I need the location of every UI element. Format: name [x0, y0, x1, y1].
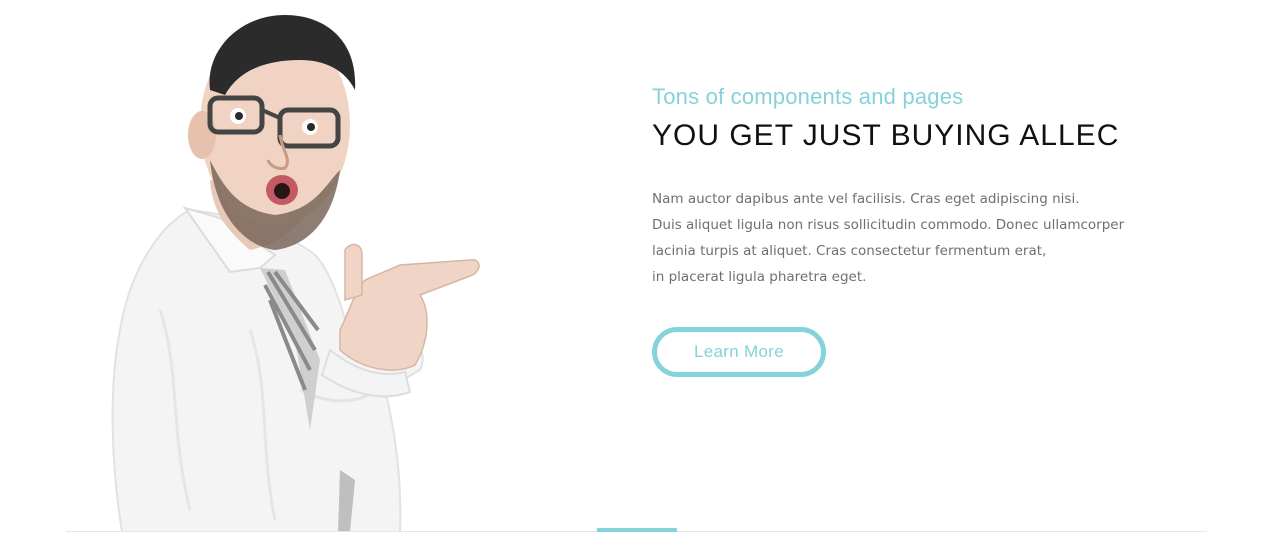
- man-pointing-photo: [100, 10, 500, 532]
- section-subtitle: Tons of components and pages: [652, 84, 964, 109]
- section-title: YOU GET JUST BUYING ALLEC: [652, 119, 1120, 152]
- description-line: Duis aliquet ligula non risus sollicitud…: [652, 217, 1125, 233]
- feature-section: Tons of components and pages YOU GET JUS…: [0, 0, 1267, 552]
- description-line: lacinia turpis at aliquet. Cras consecte…: [652, 243, 1047, 259]
- learn-more-button[interactable]: Learn More: [652, 327, 826, 377]
- description-line: Nam auctor dapibus ante vel facilisis. C…: [652, 191, 1080, 207]
- feature-content: Tons of components and pages YOU GET JUS…: [652, 82, 1172, 377]
- divider-accent-bar: [597, 528, 677, 532]
- section-description: Nam auctor dapibus ante vel facilisis. C…: [652, 186, 1172, 290]
- description-line: in placerat ligula pharetra eget.: [652, 269, 867, 285]
